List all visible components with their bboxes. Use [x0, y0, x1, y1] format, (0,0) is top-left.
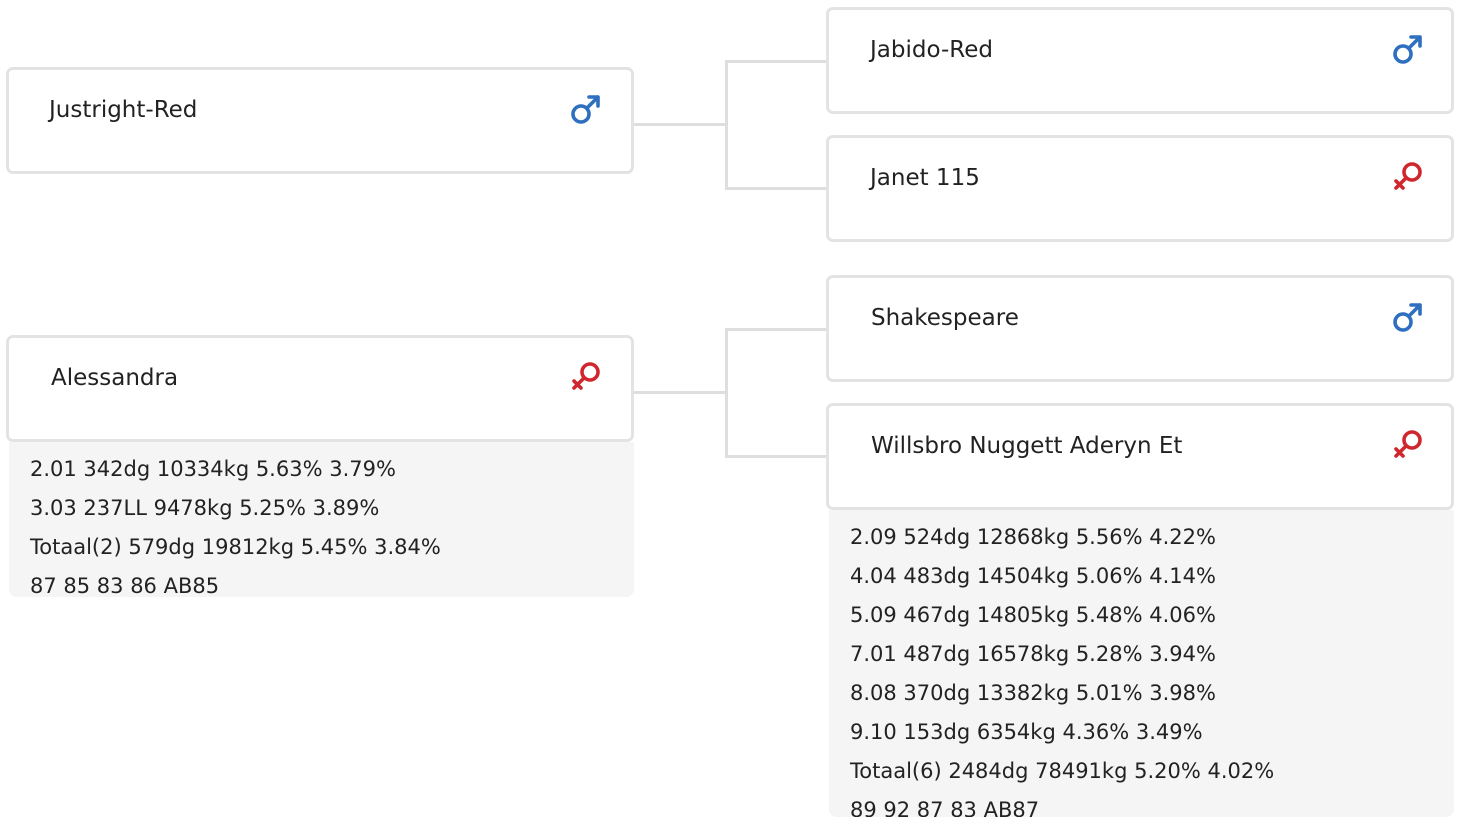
stats-line: 7.01 487dg 16578kg 5.28% 3.94% [850, 642, 1216, 666]
stats-line: 9.10 153dg 6354kg 4.36% 3.49% [850, 720, 1203, 744]
animal-name: Jabido-Red [870, 37, 993, 63]
stats-line: 8.08 370dg 13382kg 5.01% 3.98% [850, 681, 1216, 705]
stats-line: 3.03 237LL 9478kg 5.25% 3.89% [30, 496, 380, 520]
granddam-lactation-stats: 2.09 524dg 12868kg 5.56% 4.22% 4.04 483d… [829, 510, 1454, 817]
connector-line [725, 328, 728, 458]
stats-line: Totaal(2) 579dg 19812kg 5.45% 3.84% [30, 535, 441, 559]
dam-lactation-stats: 2.01 342dg 10334kg 5.63% 3.79% 3.03 237L… [9, 442, 634, 598]
pedigree-tree: Justright-Red Jabido-Red Janet 115 Aless… [0, 0, 1459, 817]
stats-line: Totaal(6) 2484dg 78491kg 5.20% 4.02% [850, 759, 1275, 783]
connector-line [725, 60, 828, 63]
paternal-grandsire-card[interactable]: Jabido-Red [826, 7, 1454, 114]
paternal-granddam-card[interactable]: Janet 115 [826, 135, 1454, 242]
male-icon [1391, 32, 1425, 66]
dam-card[interactable]: Alessandra [6, 335, 634, 442]
stats-line: 89 92 87 83 AB87 [850, 798, 1040, 817]
connector-line [633, 391, 728, 394]
stats-line: 4.04 483dg 14504kg 5.06% 4.14% [850, 564, 1216, 588]
stats-line: 87 85 83 86 AB85 [30, 574, 220, 598]
sire-card[interactable]: Justright-Red [6, 67, 634, 174]
female-icon [569, 360, 603, 394]
animal-name: Alessandra [51, 365, 179, 391]
maternal-granddam-card[interactable]: Willsbro Nuggett Aderyn Et [826, 403, 1454, 510]
female-icon [1391, 428, 1425, 462]
animal-name: Willsbro Nuggett Aderyn Et [871, 433, 1183, 459]
stats-line: 2.01 342dg 10334kg 5.63% 3.79% [30, 457, 396, 481]
maternal-grandsire-card[interactable]: Shakespeare [826, 275, 1454, 382]
male-icon [1391, 300, 1425, 334]
animal-name: Justright-Red [49, 97, 198, 123]
connector-line [725, 455, 828, 458]
connector-line [725, 328, 828, 331]
connector-line [633, 123, 728, 126]
connector-line [725, 60, 728, 190]
male-icon [569, 92, 603, 126]
animal-name: Shakespeare [871, 305, 1019, 331]
stats-line: 2.09 524dg 12868kg 5.56% 4.22% [850, 525, 1216, 549]
animal-name: Janet 115 [870, 165, 980, 191]
female-icon [1391, 160, 1425, 194]
stats-line: 5.09 467dg 14805kg 5.48% 4.06% [850, 603, 1216, 627]
connector-line [725, 187, 828, 190]
